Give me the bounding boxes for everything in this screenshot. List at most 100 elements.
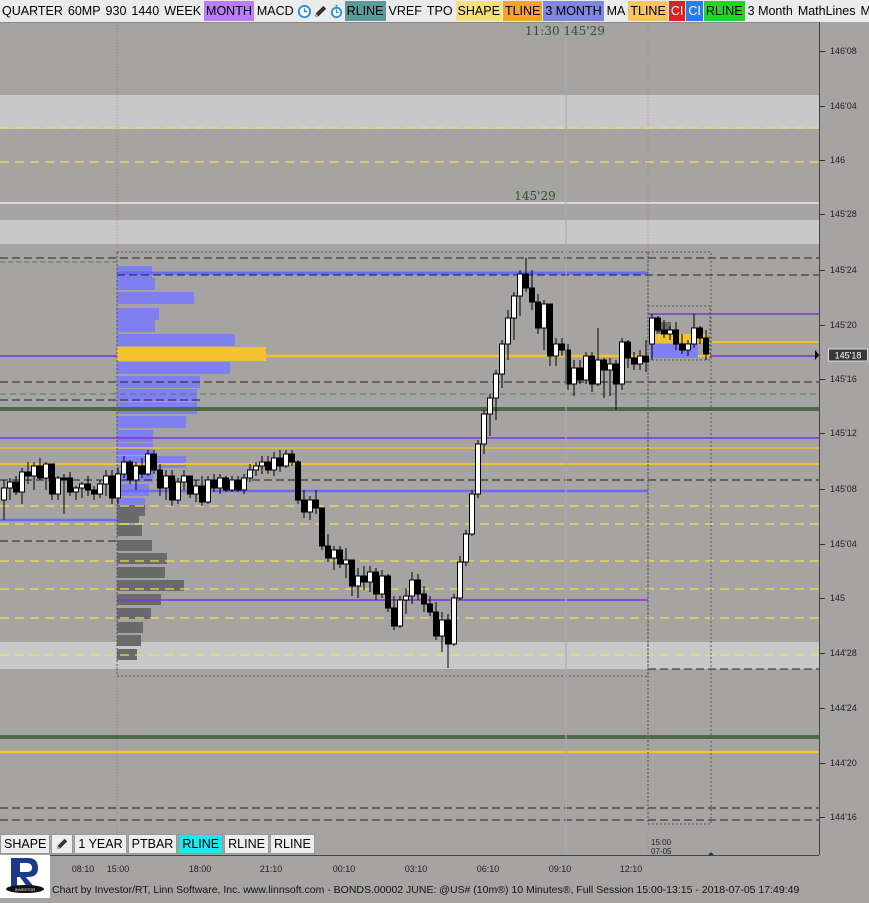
candle-body <box>680 344 685 350</box>
candle-body <box>470 494 475 534</box>
profile-bar <box>117 540 152 551</box>
clock-icon[interactable] <box>297 1 312 21</box>
toolbar-shape-button[interactable]: SHAPE <box>456 1 502 21</box>
candle-body <box>26 472 31 476</box>
candle-body <box>662 330 667 334</box>
profile-bar <box>117 334 235 346</box>
candle-body <box>440 620 445 636</box>
toolbar-3-month-button[interactable]: 3 Month <box>746 1 795 21</box>
toolbar-m-button[interactable]: M <box>859 1 869 21</box>
investor-rt-logo: INVESTOR <box>0 855 50 898</box>
toolbar-tline-button[interactable]: TLINE <box>503 1 542 21</box>
toolbar-tpo-button[interactable]: TPO <box>425 1 455 21</box>
bottom-rline-button[interactable]: RLINE <box>178 834 223 854</box>
candle-body <box>464 534 469 562</box>
profile-bar <box>117 622 143 633</box>
crosshair-price-label: 145'29 <box>514 189 555 203</box>
candle-body <box>656 318 661 330</box>
price-tick <box>820 51 825 52</box>
toolbar-mathlines-button[interactable]: MathLines <box>796 1 858 21</box>
bottom-rline-button[interactable]: RLINE <box>270 834 315 854</box>
value-zone <box>0 220 819 244</box>
price-label: 145'24 <box>830 265 857 275</box>
candle-body <box>482 414 487 444</box>
candle-body <box>626 342 631 358</box>
value-zone <box>0 95 819 129</box>
price-tick <box>820 544 825 545</box>
candle-body <box>602 360 607 370</box>
candle-body <box>620 342 625 384</box>
price-tick <box>820 708 825 709</box>
bottom-rline-button[interactable]: RLINE <box>224 834 269 854</box>
candle-body <box>536 302 541 328</box>
candle-body <box>392 608 397 626</box>
price-tick <box>820 433 825 434</box>
candle-body <box>314 500 319 508</box>
candle-body <box>560 344 565 350</box>
price-label: 145'08 <box>830 484 857 494</box>
candle-body <box>290 454 295 462</box>
toolbar-month-button[interactable]: MONTH <box>204 1 254 21</box>
toolbar-3-month-button[interactable]: 3 MONTH <box>543 1 603 21</box>
profile-bar <box>117 292 194 304</box>
candle-body <box>8 482 13 488</box>
candle-body <box>326 546 331 558</box>
toolbar-ci-button[interactable]: CI <box>669 1 686 21</box>
price-tick <box>820 214 825 215</box>
candle-body <box>218 478 223 488</box>
candle-body <box>638 356 643 364</box>
toolbar-tline-button[interactable]: TLINE <box>628 1 667 21</box>
candle-body <box>122 462 127 474</box>
candle-body <box>260 462 265 466</box>
toolbar-ci-button[interactable]: CI <box>686 1 703 21</box>
toolbar-rline-button[interactable]: RLINE <box>345 1 386 21</box>
bottom-1-year-button[interactable]: 1 YEAR <box>74 834 126 854</box>
bottom-shape-button[interactable]: SHAPE <box>0 834 50 854</box>
price-chart[interactable]: 145'29 <box>0 22 819 855</box>
session-start-label: 15:00 07-05 <box>651 838 671 856</box>
price-label: 146'08 <box>830 46 857 56</box>
toolbar-ma-button[interactable]: MA <box>605 1 628 21</box>
candle-body <box>80 484 85 488</box>
toolbar-vref-button[interactable]: VREF <box>387 1 424 21</box>
price-tick <box>820 325 825 326</box>
price-tick <box>820 653 825 654</box>
toolbar-930-button[interactable]: 930 <box>104 1 129 21</box>
candle-body <box>116 474 121 498</box>
candle-body <box>632 358 637 364</box>
candle-body <box>380 576 385 594</box>
price-label: 144'24 <box>830 703 857 713</box>
candle-body <box>194 486 199 494</box>
bottom-ptbar-button[interactable]: PTBAR <box>128 834 178 854</box>
toolbar-1440-button[interactable]: 1440 <box>129 1 161 21</box>
candle-body <box>200 486 205 502</box>
profile-bar <box>117 308 159 320</box>
candle-body <box>488 398 493 414</box>
toolbar-rline-button[interactable]: RLINE <box>704 1 745 21</box>
current-price-label: 145'18 <box>828 349 868 362</box>
candle-body <box>500 344 505 374</box>
candle-body <box>554 344 559 356</box>
toolbar-week-button[interactable]: WEEK <box>162 1 203 21</box>
toolbar: QUARTER60MP9301440WEEKMONTHMACDRLINEVREF… <box>0 0 869 23</box>
time-axis[interactable]: 08:1015:0018:0021:1000:1003:1006:1009:10… <box>50 855 819 882</box>
candle-body <box>74 488 79 492</box>
candle-body <box>266 462 271 470</box>
toolbar-quarter-button[interactable]: QUARTER <box>0 1 65 21</box>
candle-body <box>248 470 253 478</box>
pencil-icon[interactable] <box>51 834 73 854</box>
stopwatch-icon[interactable] <box>329 1 344 21</box>
svg-text:INVESTOR: INVESTOR <box>15 887 35 892</box>
chart-canvas[interactable]: 145'29 <box>0 22 819 855</box>
candle-body <box>14 482 19 492</box>
price-axis[interactable]: 146'08146'04146145'28145'24145'20145'161… <box>819 22 869 855</box>
time-label: 06:10 <box>477 864 500 874</box>
price-tick <box>820 270 825 271</box>
toolbar-60mp-button[interactable]: 60MP <box>66 1 103 21</box>
time-label: 00:10 <box>333 864 356 874</box>
toolbar-macd-button[interactable]: MACD <box>255 1 296 21</box>
candle-body <box>476 444 481 494</box>
candle-body <box>296 462 301 500</box>
profile-bar <box>117 278 155 290</box>
pencil-icon[interactable] <box>313 1 328 21</box>
